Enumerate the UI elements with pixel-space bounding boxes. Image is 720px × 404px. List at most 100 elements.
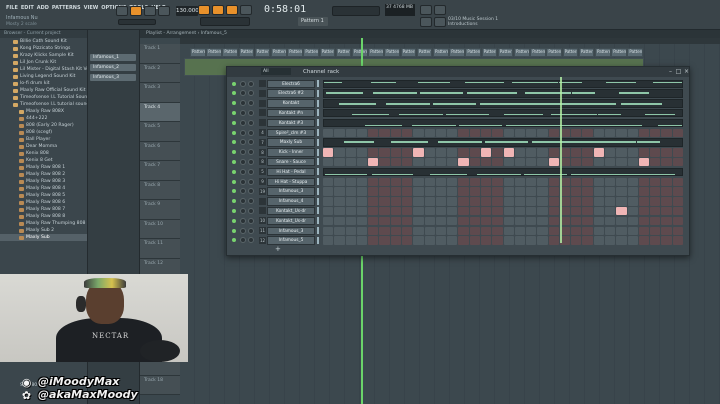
step-button[interactable] [650, 216, 661, 226]
browser-item[interactable]: Timeofsense I.L Tutorial Sounds [0, 94, 87, 101]
step-button[interactable] [571, 216, 582, 226]
step-button[interactable] [605, 226, 616, 235]
step-button[interactable] [368, 157, 379, 167]
metronome-button[interactable] [198, 5, 210, 15]
menu-item-edit[interactable]: EDIT [21, 5, 34, 11]
step-button[interactable] [334, 187, 345, 196]
step-button[interactable] [435, 177, 447, 186]
step-button[interactable] [661, 157, 672, 167]
channel-select-indicator[interactable] [317, 129, 319, 136]
step-button[interactable] [514, 148, 526, 157]
step-button[interactable] [672, 226, 683, 235]
channel-select-indicator[interactable] [317, 80, 319, 87]
step-button[interactable] [390, 157, 401, 167]
pan-knob[interactable] [240, 158, 246, 165]
step-button[interactable] [638, 206, 650, 216]
step-button[interactable] [650, 157, 661, 167]
mute-led[interactable] [232, 179, 236, 184]
track-header[interactable]: Track 18 [140, 375, 180, 395]
mute-led[interactable] [232, 81, 236, 86]
step-button[interactable] [447, 236, 458, 245]
channel-select-indicator[interactable] [317, 168, 319, 176]
step-button[interactable] [514, 236, 526, 245]
step-button[interactable] [672, 216, 683, 226]
volume-knob[interactable] [248, 217, 254, 224]
step-button[interactable] [605, 157, 616, 167]
channel-filter-select[interactable]: All [261, 68, 291, 75]
step-button[interactable] [480, 197, 492, 206]
step-button[interactable] [424, 157, 435, 167]
track-header[interactable]: Track 4 [140, 102, 180, 122]
step-button[interactable] [458, 236, 469, 245]
step-button[interactable] [424, 197, 435, 206]
step-button[interactable] [537, 236, 548, 245]
step-button[interactable] [582, 197, 593, 206]
pan-knob[interactable] [240, 237, 246, 244]
pan-knob[interactable] [240, 80, 246, 87]
playlist-clip[interactable]: Pattern 1 [352, 48, 368, 57]
step-button[interactable] [401, 216, 413, 226]
pan-knob[interactable] [240, 109, 246, 116]
step-button[interactable] [537, 206, 548, 216]
step-button[interactable] [492, 216, 503, 226]
step-button[interactable] [413, 128, 424, 137]
step-button[interactable] [435, 216, 447, 226]
mixer-track-number[interactable] [259, 207, 266, 215]
step-button[interactable] [435, 197, 447, 206]
step-button[interactable] [356, 226, 368, 235]
step-button[interactable] [356, 236, 368, 245]
playlist-clip[interactable]: Pattern 1 [416, 48, 433, 57]
step-button[interactable] [627, 187, 638, 196]
playlist-clip[interactable]: Pattern 1 [562, 48, 579, 57]
step-button[interactable] [447, 216, 458, 226]
step-button[interactable] [458, 197, 469, 206]
mixer-track-number[interactable] [259, 119, 266, 127]
pan-knob[interactable] [240, 119, 246, 126]
step-button[interactable] [334, 128, 345, 137]
step-button[interactable] [323, 157, 334, 167]
step-button[interactable] [582, 148, 593, 157]
mixer-track-number[interactable]: 12 [259, 236, 266, 244]
step-button[interactable] [480, 206, 492, 216]
piano-roll-preview[interactable] [323, 167, 683, 177]
step-button[interactable] [334, 226, 345, 235]
step-button[interactable] [458, 206, 469, 216]
step-button[interactable] [627, 148, 638, 157]
step-button[interactable] [356, 128, 368, 137]
step-button[interactable] [638, 187, 650, 196]
step-button[interactable] [514, 226, 526, 235]
step-button[interactable] [480, 177, 492, 186]
step-button[interactable] [379, 236, 390, 245]
playlist-clip[interactable]: Pattern 1 [514, 48, 530, 57]
step-button[interactable] [424, 148, 435, 157]
step-button[interactable] [616, 187, 627, 196]
playlist-clip[interactable]: Pattern 1 [254, 48, 271, 57]
step-button[interactable] [390, 226, 401, 235]
step-button[interactable] [447, 157, 458, 167]
step-button[interactable] [469, 206, 480, 216]
step-button[interactable] [390, 197, 401, 206]
step-button[interactable] [492, 157, 503, 167]
step-button[interactable] [323, 226, 334, 235]
step-button[interactable] [435, 236, 447, 245]
piano-roll-preview[interactable] [323, 108, 683, 118]
channel-name-button[interactable]: Hi Hat - Pedal [267, 167, 315, 177]
channel-select-indicator[interactable] [317, 119, 319, 127]
step-button[interactable] [480, 148, 492, 157]
step-button[interactable] [334, 216, 345, 226]
browser-item[interactable]: Maxly Raw 808 1 [0, 164, 87, 171]
channel-row[interactable]: 5 Hi Hat - Pedal [229, 167, 687, 177]
mute-led[interactable] [232, 159, 236, 164]
pattern-selector[interactable]: Pattern 1 [298, 17, 328, 26]
step-button[interactable] [526, 197, 537, 206]
step-button[interactable] [537, 177, 548, 186]
step-button[interactable] [503, 177, 514, 186]
step-button[interactable] [345, 206, 356, 216]
step-button[interactable] [616, 148, 627, 157]
step-button[interactable] [638, 236, 650, 245]
step-button[interactable] [650, 236, 661, 245]
playlist-clip[interactable]: Pattern 1 [303, 48, 319, 57]
browser-item[interactable]: Kenix 808 [0, 150, 87, 157]
browser-item[interactable]: 444+222 [0, 115, 87, 122]
step-button[interactable] [548, 206, 559, 216]
